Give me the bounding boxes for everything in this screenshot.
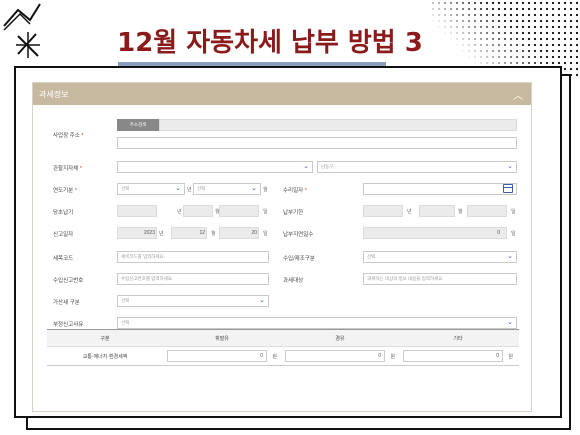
chevron-down-icon: ⌄: [507, 163, 513, 170]
other-amount-input[interactable]: 0: [403, 350, 503, 362]
penalty-type-label: 가산세 구분: [53, 300, 80, 306]
chevron-down-icon: ⌄: [259, 297, 265, 304]
slide: 12월 자동차세 납부 방법 3 과세정보 ︿ 사업장 주소 * 주소검색 관할…: [0, 0, 580, 435]
year-period-label: 연도기분: [53, 188, 74, 194]
penalty-type-select[interactable]: 선택 ⌄: [117, 295, 269, 307]
address-line1: [159, 119, 517, 131]
chevron-down-icon: ⌄: [507, 253, 513, 260]
fraud-reason-select[interactable]: 선택 ⌄: [117, 317, 517, 329]
col-header-type: 구분: [100, 335, 110, 342]
corner-sketch-icon: [3, 3, 41, 58]
import-type-label: 수입/제조구분: [283, 256, 315, 262]
acceptance-date-input[interactable]: [363, 183, 517, 195]
payment-due-label: 납부기한: [283, 210, 304, 216]
fraud-reason-label: 부정신고사유: [53, 322, 84, 328]
diesel-amount-input[interactable]: 0: [285, 350, 385, 362]
chevron-down-icon: ⌄: [507, 319, 513, 326]
address-search-button[interactable]: 주소검색: [117, 119, 159, 131]
tax-code-input[interactable]: 세목코드를 입력하세요.: [117, 251, 269, 263]
gasoline-amount-input[interactable]: 0: [167, 350, 267, 362]
fuel-tax-table: 구분 휘발유 경유 기타 교통·에너지·환경세액 0 원 0 원 0 원: [47, 329, 519, 366]
jurisdiction-city-select[interactable]: ⌄: [117, 161, 313, 173]
table-header: 구분 휘발유 경유 기타: [47, 330, 519, 347]
chevron-down-icon: ⌄: [251, 185, 257, 192]
chevron-down-icon: ⌄: [175, 185, 181, 192]
import-report-label: 수입신고번호: [53, 278, 84, 284]
late-days-value: 0: [497, 230, 500, 236]
tax-object-label: 과세대상: [283, 278, 304, 284]
original-due-label: 당초납기: [53, 210, 74, 216]
tax-object-input[interactable]: 과세하는 대상의 정보 내용을 입력하세요.: [363, 273, 517, 285]
chevron-up-icon[interactable]: ︿: [513, 87, 523, 102]
import-type-select[interactable]: 선택 ⌄: [363, 251, 517, 263]
month-select[interactable]: 선택 ⌄: [193, 183, 261, 195]
required-mark: *: [81, 133, 84, 139]
import-report-input[interactable]: 수입신고번호를 입력하세요.: [117, 273, 269, 285]
report-day-value: 20: [251, 230, 257, 236]
col-header-gasoline: 휘발유: [215, 335, 229, 342]
jurisdiction-district-select[interactable]: 남동구 ⌄: [317, 161, 517, 173]
col-header-diesel: 경유: [335, 335, 345, 342]
row-label: 교통·에너지·환경세액: [82, 353, 128, 360]
late-days-label: 납부지연일수: [283, 232, 314, 238]
title-underline: [118, 62, 386, 66]
business-address-label: 사업장 주소: [53, 133, 80, 139]
col-header-other: 기타: [453, 335, 463, 342]
calendar-icon[interactable]: [503, 184, 513, 193]
chevron-down-icon: ⌄: [303, 163, 309, 170]
table-row: 교통·에너지·환경세액 0 원 0 원 0 원: [47, 347, 519, 366]
tax-code-label: 세목코드: [53, 256, 74, 262]
jurisdiction-label: 관할지자체: [53, 166, 79, 172]
report-date-label: 신고일자: [53, 232, 74, 238]
acceptance-date-label: 수리일자: [283, 188, 304, 194]
tax-info-panel: 과세정보 ︿ 사업장 주소 * 주소검색 관할지자체 * ⌄ 남동구 ⌄ 연도기…: [32, 82, 532, 412]
page-title: 12월 자동차세 납부 방법 3: [117, 28, 423, 58]
address-line2[interactable]: [117, 137, 517, 149]
panel-header[interactable]: 과세정보 ︿: [33, 83, 531, 105]
panel-title: 과세정보: [39, 89, 69, 99]
report-year-value: 2023: [143, 230, 155, 236]
year-select[interactable]: 선택 ⌄: [117, 183, 185, 195]
report-month-value: 12: [199, 230, 205, 236]
